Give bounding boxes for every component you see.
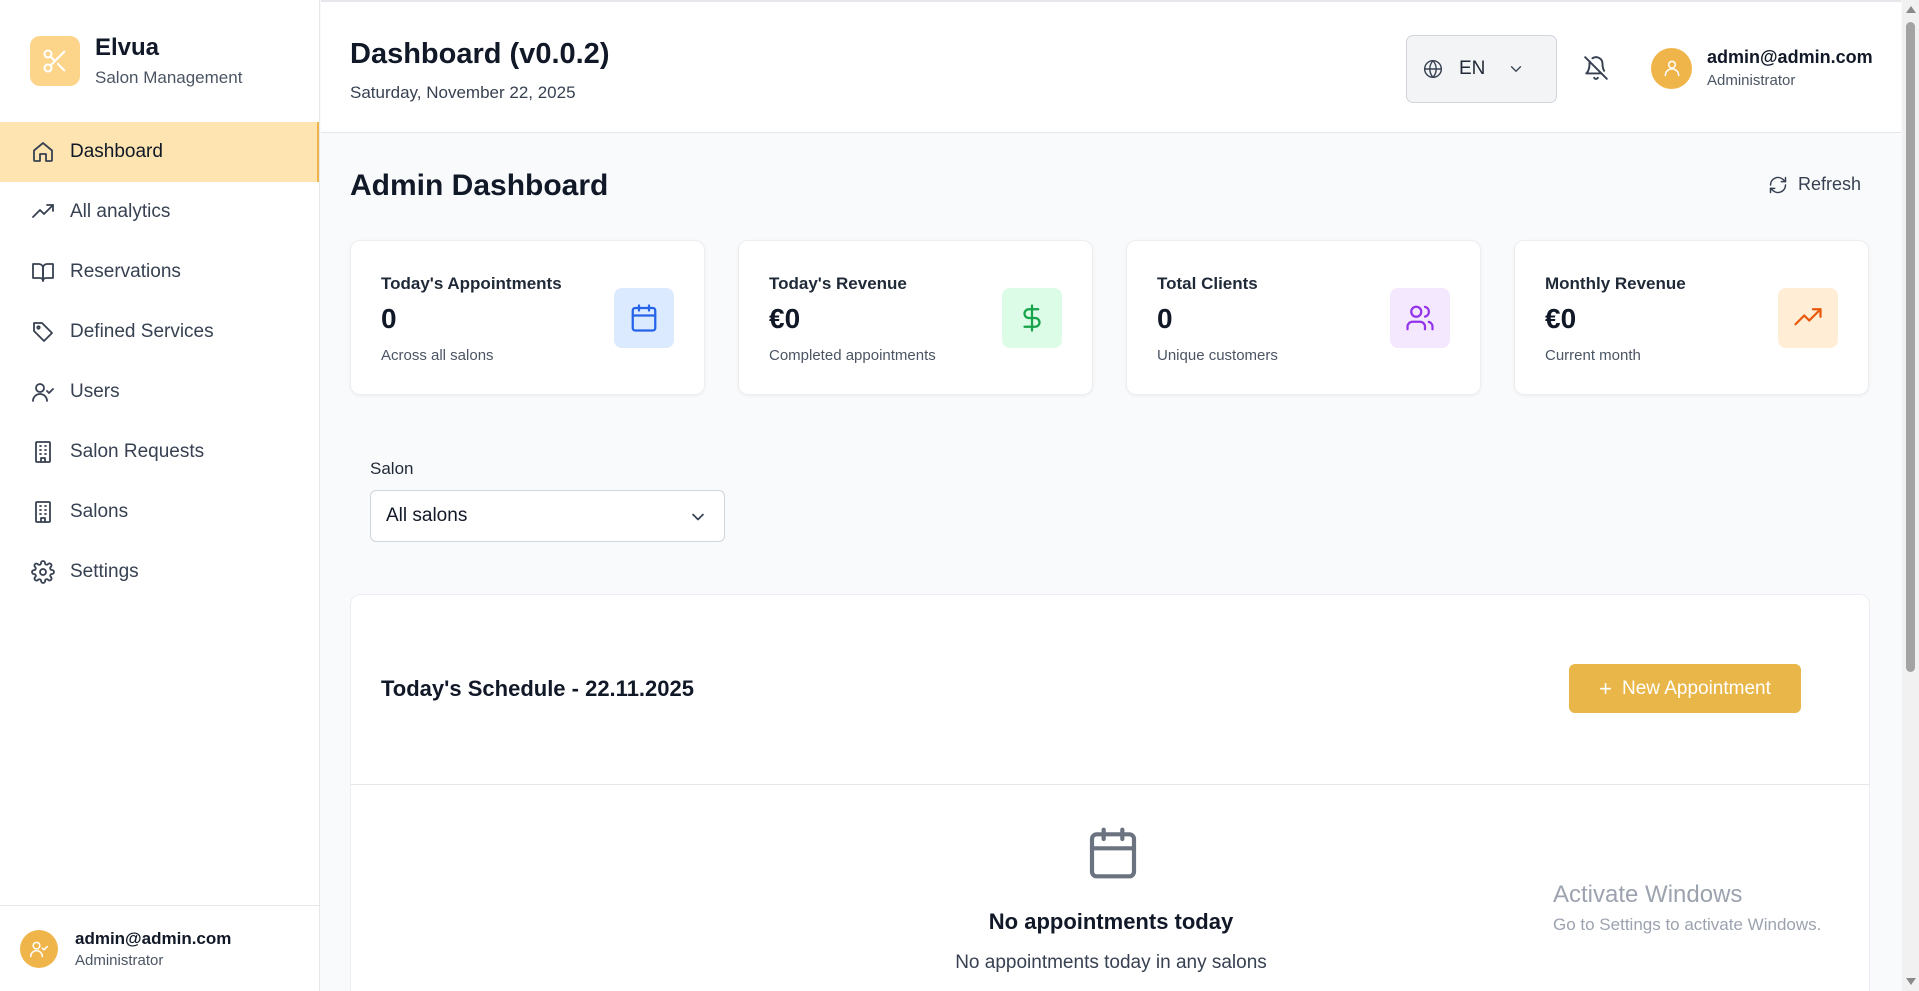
sidebar-item-label: Reservations: [70, 261, 181, 282]
stat-subtitle: Across all salons: [381, 347, 494, 364]
scroll-thumb[interactable]: [1906, 22, 1915, 672]
sidebar-item-settings[interactable]: Settings: [0, 542, 319, 602]
sidebar-user[interactable]: admin@admin.com Administrator: [0, 905, 319, 991]
stat-label: Monthly Revenue: [1545, 274, 1686, 293]
sidebar-item-reservations[interactable]: Reservations: [0, 242, 319, 302]
sidebar-item-label: Settings: [70, 561, 139, 582]
sidebar-item-salons[interactable]: Salons: [0, 482, 319, 542]
stat-label: Today's Revenue: [769, 274, 907, 293]
empty-state-subtitle: No appointments today in any salons: [955, 952, 1267, 973]
stat-card-monthly-revenue: Monthly Revenue €0 Current month: [1514, 240, 1869, 395]
chevron-down-icon: [692, 513, 704, 521]
sidebar-nav: Dashboard All analytics Reservations Def…: [0, 122, 319, 602]
plus-icon: +: [1599, 675, 1612, 701]
stat-subtitle: Current month: [1545, 347, 1641, 364]
main-title: Admin Dashboard: [350, 169, 609, 202]
schedule-title: Today's Schedule - 22.11.2025: [381, 676, 694, 701]
sidebar-item-label: Salon Requests: [70, 441, 205, 462]
sidebar-user-email: admin@admin.com: [75, 928, 232, 948]
building-icon: [30, 439, 56, 465]
brand-subtitle: Salon Management: [95, 68, 243, 87]
salon-filter-label: Salon: [370, 459, 414, 478]
avatar: [20, 929, 58, 968]
tag-icon: [30, 319, 56, 345]
calendar-icon: [1085, 825, 1141, 886]
sidebar: Elvua Salon Management Dashboard All ana…: [0, 0, 320, 991]
home-icon: [30, 139, 56, 165]
user-check-icon: [30, 379, 56, 405]
trending-up-icon: [30, 199, 56, 225]
language-select[interactable]: EN: [1406, 35, 1557, 103]
sidebar-item-label: Salons: [70, 501, 129, 522]
stat-label: Total Clients: [1157, 274, 1258, 293]
users-icon: [1390, 288, 1450, 348]
chevron-down-icon: [1511, 66, 1522, 72]
salon-select[interactable]: All salons: [370, 490, 725, 542]
stat-value: 0: [1157, 303, 1173, 334]
watermark-title: Activate Windows: [1553, 881, 1743, 908]
header-user-role: Administrator: [1707, 72, 1796, 89]
language-code: EN: [1459, 58, 1486, 79]
user-check-icon: [29, 941, 49, 957]
stat-value: €0: [769, 303, 801, 334]
page-date: Saturday, November 22, 2025: [350, 83, 576, 102]
scissors-icon: [30, 36, 80, 86]
gear-icon: [30, 559, 56, 585]
watermark-subtitle: Go to Settings to activate Windows.: [1553, 915, 1822, 934]
sidebar-item-all-analytics[interactable]: All analytics: [0, 182, 319, 242]
scroll-up-arrow[interactable]: [1906, 6, 1916, 13]
scroll-down-arrow[interactable]: [1906, 978, 1916, 985]
stat-subtitle: Unique customers: [1157, 347, 1278, 364]
avatar: [1651, 47, 1692, 89]
sidebar-item-defined-services[interactable]: Defined Services: [0, 302, 319, 362]
schedule-header: Today's Schedule - 22.11.2025 + New Appo…: [351, 595, 1869, 785]
refresh-button[interactable]: Refresh: [1768, 174, 1861, 195]
stat-value: 0: [381, 303, 397, 334]
stat-card-total-clients: Total Clients 0 Unique customers: [1126, 240, 1481, 395]
new-appointment-button[interactable]: + New Appointment: [1569, 664, 1801, 713]
user-icon: [1664, 60, 1679, 77]
brand-name: Elvua: [95, 34, 160, 61]
calendar-icon: [614, 288, 674, 348]
stat-subtitle: Completed appointments: [769, 347, 936, 364]
salon-select-value: All salons: [386, 505, 468, 526]
stat-card-today-revenue: Today's Revenue €0 Completed appointment…: [738, 240, 1093, 395]
sidebar-user-role: Administrator: [75, 951, 164, 969]
new-appointment-label: New Appointment: [1621, 677, 1771, 699]
header-user[interactable]: admin@admin.com Administrator: [1651, 47, 1873, 89]
sidebar-item-label: Users: [70, 381, 120, 402]
sidebar-item-label: Defined Services: [70, 321, 214, 342]
refresh-label: Refresh: [1798, 174, 1862, 194]
building-icon: [30, 499, 56, 525]
sidebar-item-users[interactable]: Users: [0, 362, 319, 422]
stat-label: Today's Appointments: [381, 274, 562, 293]
page-title: Dashboard (v0.0.2): [350, 38, 610, 70]
sidebar-item-label: Dashboard: [70, 141, 163, 162]
header-user-email: admin@admin.com: [1707, 47, 1873, 67]
stat-value: €0: [1545, 303, 1577, 334]
book-open-icon: [30, 259, 56, 285]
globe-icon: [1423, 59, 1443, 79]
trending-up-icon: [1778, 288, 1838, 348]
vertical-scrollbar[interactable]: [1902, 0, 1919, 991]
stat-card-appointments: Today's Appointments 0 Across all salons: [350, 240, 705, 395]
sidebar-item-salon-requests[interactable]: Salon Requests: [0, 422, 319, 482]
brand[interactable]: Elvua Salon Management: [0, 0, 319, 122]
sidebar-item-label: All analytics: [70, 201, 171, 222]
sidebar-item-dashboard[interactable]: Dashboard: [0, 122, 319, 182]
activate-windows-watermark: Activate Windows Go to Settings to activ…: [1553, 881, 1821, 935]
dollar-icon: [1002, 288, 1062, 348]
refresh-icon: [1769, 176, 1787, 193]
notifications-off-icon[interactable]: [1583, 55, 1609, 86]
top-header: Dashboard (v0.0.2) Saturday, November 22…: [321, 0, 1901, 133]
